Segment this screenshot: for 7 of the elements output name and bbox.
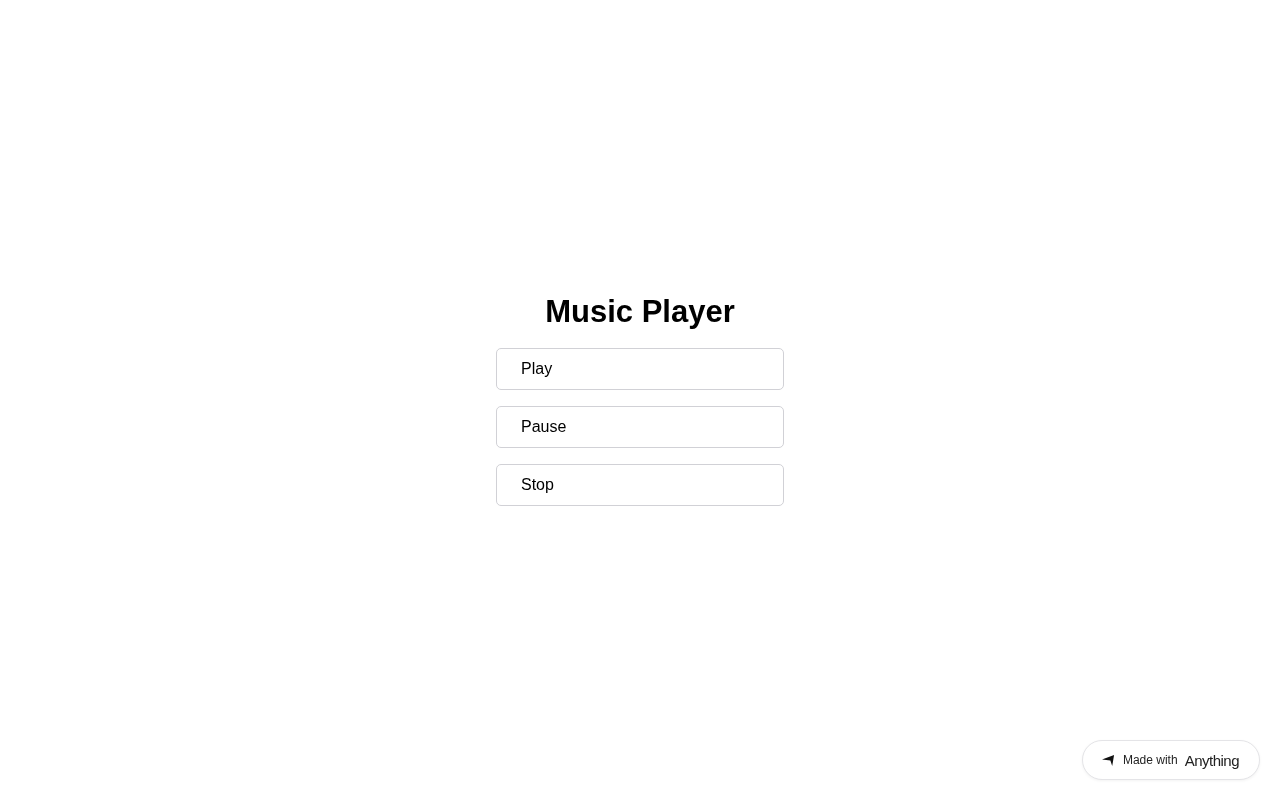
badge-text: Made with — [1122, 753, 1178, 767]
page-title: Music Player — [544, 294, 736, 330]
control-button[interactable]: Pause — [496, 406, 784, 448]
control-button[interactable]: Stop — [496, 464, 784, 506]
made-with-badge[interactable]: Made with Anything — [1081, 740, 1260, 780]
control-button[interactable]: Play — [496, 348, 784, 390]
brand-name: Anything — [1184, 751, 1239, 769]
